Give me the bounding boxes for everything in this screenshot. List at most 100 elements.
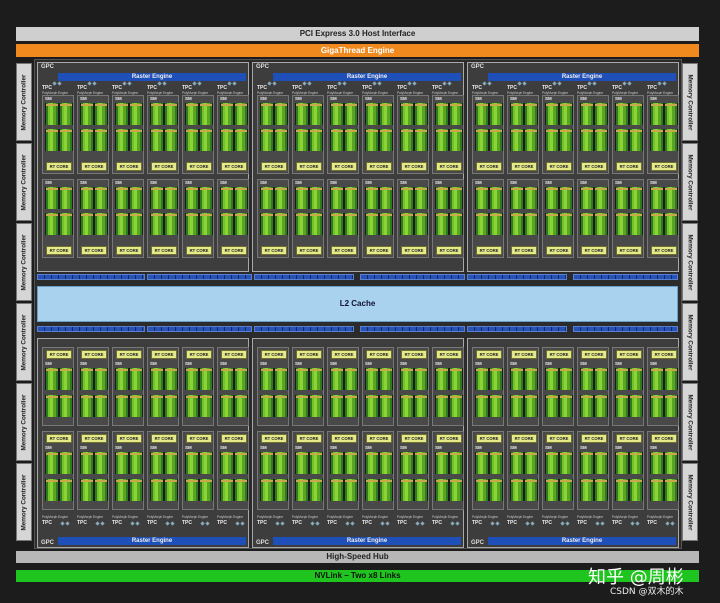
cuda-core-block	[330, 187, 358, 209]
streaming-multiprocessor: RT CORE SM	[507, 431, 539, 510]
sm-label: SM	[475, 180, 482, 185]
streaming-multiprocessor: SM RT CORE	[577, 179, 609, 258]
cuda-core-block	[400, 103, 428, 125]
cuda-core-block	[400, 452, 428, 474]
rt-core: RT CORE	[476, 350, 502, 359]
cuda-core-block	[150, 368, 178, 390]
sm-label: SM	[260, 96, 267, 101]
sm-label: SM	[260, 445, 267, 450]
tpc-block: TPC PolyMorph Engine SM RT CORE SM RT CORE	[611, 81, 645, 271]
rt-core: RT CORE	[151, 350, 177, 359]
cuda-core-block	[545, 452, 573, 474]
cuda-core-block	[615, 368, 643, 390]
cuda-core-block	[45, 187, 73, 209]
sm-label: SM	[45, 96, 52, 101]
rt-core: RT CORE	[186, 246, 212, 255]
sm-label: SM	[80, 361, 87, 366]
tpc-block: RT CORE SM RT CORE SM PolyMorph Engine TPC	[256, 341, 290, 531]
polymorph-engine-label: PolyMorph Engine	[507, 515, 534, 519]
rt-core: RT CORE	[151, 246, 177, 255]
streaming-multiprocessor: SM RT CORE	[257, 179, 289, 258]
cuda-core-block	[330, 129, 358, 151]
cuda-core-block	[545, 129, 573, 151]
cuda-core-block	[220, 187, 248, 209]
gpc-block: GPC Raster Engine RT CORE SM RT CORE SM PolyMo…	[467, 338, 679, 548]
cuda-core-block	[475, 368, 503, 390]
cuda-core-block	[650, 187, 678, 209]
gpc-block: GPC Raster Engine TPC PolyMorph Engine SM RT …	[37, 62, 249, 272]
streaming-multiprocessor: RT CORE SM	[217, 347, 249, 426]
cuda-core-block	[80, 479, 108, 501]
tpc-label: TPC	[362, 520, 372, 526]
streaming-multiprocessor: SM RT CORE	[397, 179, 429, 258]
polymorph-icon	[561, 521, 569, 526]
crossbar-segment	[467, 326, 567, 332]
rt-core: RT CORE	[261, 350, 287, 359]
streaming-multiprocessor: SM RT CORE	[472, 95, 504, 174]
streaming-multiprocessor: RT CORE SM	[397, 431, 429, 510]
cuda-core-block	[295, 103, 323, 125]
sm-label: SM	[545, 180, 552, 185]
cuda-core-block	[150, 479, 178, 501]
streaming-multiprocessor: RT CORE SM	[182, 347, 214, 426]
cuda-core-block	[510, 479, 538, 501]
sm-label: SM	[330, 361, 337, 366]
rt-core: RT CORE	[81, 350, 107, 359]
sm-label: SM	[45, 445, 52, 450]
cuda-core-block	[650, 479, 678, 501]
memory-controller-right: Memory Controller	[682, 223, 698, 301]
cuda-core-block	[150, 187, 178, 209]
memory-controller-label: Memory Controller	[20, 474, 28, 530]
tpc-block: TPC PolyMorph Engine SM RT CORE SM RT CORE	[541, 81, 575, 271]
cuda-core-block	[475, 395, 503, 417]
crossbar-segment	[360, 326, 465, 332]
cuda-core-block	[435, 103, 463, 125]
tpc-label: TPC	[542, 520, 552, 526]
rt-core: RT CORE	[436, 350, 462, 359]
polymorph-icon	[416, 521, 424, 526]
sm-label: SM	[580, 96, 587, 101]
cuda-core-block	[365, 452, 393, 474]
sm-label: SM	[650, 180, 657, 185]
crossbar-segment	[147, 326, 252, 332]
sm-label: SM	[365, 361, 372, 366]
streaming-multiprocessor: SM RT CORE	[647, 95, 679, 174]
sm-label: SM	[650, 445, 657, 450]
polymorph-engine-label: PolyMorph Engine	[182, 515, 209, 519]
memory-controller-label: Memory Controller	[686, 314, 694, 370]
sm-label: SM	[545, 361, 552, 366]
sm-label: SM	[400, 445, 407, 450]
streaming-multiprocessor: RT CORE SM	[147, 347, 179, 426]
cuda-core-block	[330, 395, 358, 417]
cuda-core-block	[650, 452, 678, 474]
polymorph-engine-label: PolyMorph Engine	[217, 515, 244, 519]
rt-core: RT CORE	[81, 434, 107, 443]
polymorph-icon	[61, 521, 69, 526]
sm-label: SM	[365, 96, 372, 101]
streaming-multiprocessor: RT CORE SM	[472, 431, 504, 510]
cuda-core-block	[400, 187, 428, 209]
cuda-core-block	[220, 129, 248, 151]
streaming-multiprocessor: RT CORE SM	[542, 431, 574, 510]
cuda-core-block	[650, 395, 678, 417]
streaming-multiprocessor: SM RT CORE	[42, 179, 74, 258]
tpc-block: RT CORE SM RT CORE SM PolyMorph Engine TPC	[111, 341, 145, 531]
rt-core: RT CORE	[401, 350, 427, 359]
rt-core: RT CORE	[296, 434, 322, 443]
memory-controller-left: Memory Controller	[16, 63, 32, 141]
rt-core: RT CORE	[616, 246, 642, 255]
rt-core: RT CORE	[651, 162, 677, 171]
sm-label: SM	[45, 180, 52, 185]
tpc-block: RT CORE SM RT CORE SM PolyMorph Engine TPC	[326, 341, 360, 531]
tpc-block: TPC PolyMorph Engine SM RT CORE SM RT CORE	[646, 81, 680, 271]
cuda-core-block	[80, 103, 108, 125]
sm-label: SM	[330, 445, 337, 450]
cuda-core-block	[45, 213, 73, 235]
cuda-core-block	[115, 129, 143, 151]
rt-core: RT CORE	[546, 434, 572, 443]
polymorph-icon	[268, 81, 276, 86]
streaming-multiprocessor: SM RT CORE	[577, 95, 609, 174]
raster-engine: Raster Engine	[273, 73, 461, 81]
rt-core: RT CORE	[296, 246, 322, 255]
streaming-multiprocessor: RT CORE SM	[112, 431, 144, 510]
